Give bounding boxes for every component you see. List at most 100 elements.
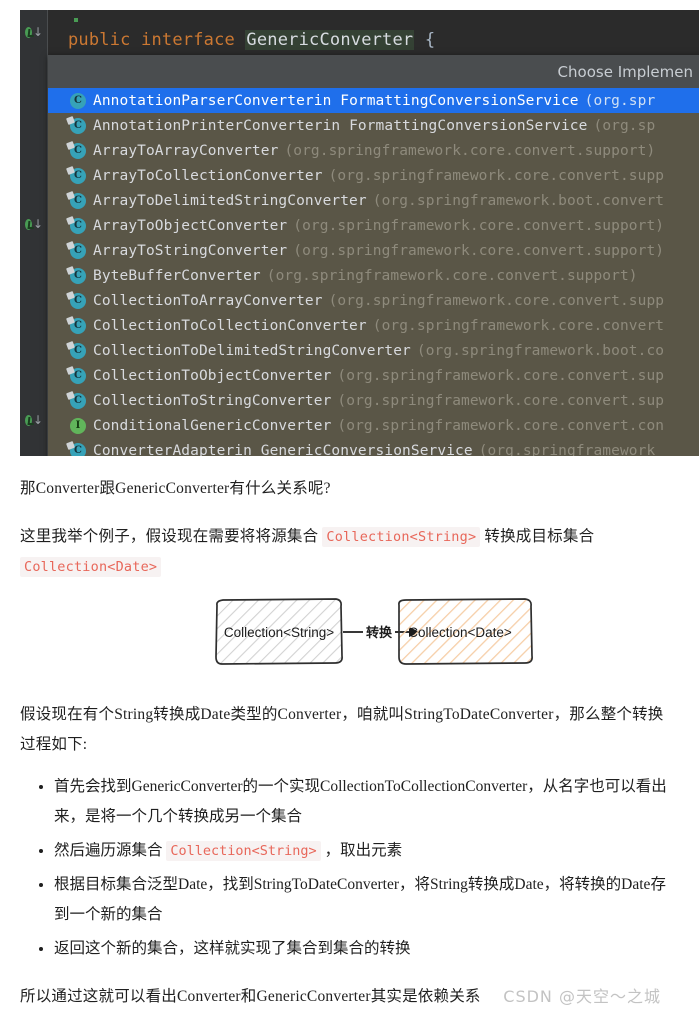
implementation-row[interactable]: C ArrayToDelimitedStringConverter (org.spr… — [48, 188, 699, 213]
class-icon: C — [70, 342, 86, 359]
implementation-package: (org.springframework — [478, 442, 656, 457]
implementation-name: CollectionToObjectConverter — [93, 367, 332, 384]
green-implement-dot-icon — [25, 414, 32, 426]
implementation-name: ArrayToDelimitedStringConverter — [93, 192, 367, 209]
code-line-declaration[interactable]: public interface GenericConverter { — [68, 30, 435, 50]
implementation-row[interactable]: C CollectionToObjectConverter (org.springf… — [48, 363, 699, 388]
implementation-row[interactable]: C CollectionToArrayConverter (org.springfr… — [48, 288, 699, 313]
green-implement-dot-icon — [25, 218, 32, 230]
process-step: 根据目标集合泛型Date，找到StringToDateConverter，将St… — [54, 870, 679, 930]
implementation-package: (org.spr — [584, 92, 656, 109]
implementation-package: (org.springframework.core.convert.suppor… — [266, 267, 638, 284]
keyword-interface: interface — [141, 30, 235, 50]
class-icon: C — [70, 367, 86, 384]
implementation-package: (org.springframework.core.convert.supp — [328, 167, 665, 184]
conversion-diagram: Collection<String> 转换 Collection<Date> — [20, 596, 679, 682]
implemented-marker-icon-3[interactable]: ↓ — [25, 412, 43, 428]
step-text-tail: ，取出元素 — [320, 842, 403, 859]
implementation-container: in FormattingConversionService — [313, 92, 579, 109]
implementation-row[interactable]: C AnnotationPrinterConverter in Formattin… — [48, 113, 699, 138]
implementation-name: ArrayToStringConverter — [93, 242, 288, 259]
diagram-box-target: Collection<Date> — [398, 598, 533, 665]
paragraph-question: 那Converter跟GenericConverter有什么关系呢? — [20, 480, 331, 497]
green-implement-dot-icon — [25, 26, 32, 38]
implementation-row[interactable]: C ArrayToCollectionConverter (org.springfr… — [48, 163, 699, 188]
diagram-source-label: Collection<String> — [224, 625, 334, 640]
implementation-name: ConverterAdapter — [93, 442, 235, 457]
implementation-row[interactable]: C ArrayToArrayConverter (org.springframewo… — [48, 138, 699, 163]
implementation-package: (org.springframework.core.convert.sup — [337, 392, 665, 409]
implementation-name: ArrayToObjectConverter — [93, 217, 288, 234]
implementation-name: AnnotationPrinterConverter — [93, 117, 323, 134]
diagram-target-label: Collection<Date> — [408, 625, 512, 640]
process-step: 返回这个新的集合，这样就实现了集合到集合的转换 — [54, 934, 679, 964]
implementation-row[interactable]: C CollectionToCollectionConverter (org.spr… — [48, 313, 699, 338]
implementation-package: (org.springframework.core.convert — [372, 317, 665, 334]
implementation-row[interactable]: C AnnotationParserConverter in Formatting… — [48, 88, 699, 113]
implementation-container: in FormattingConversionService — [322, 117, 588, 134]
ide-screenshot: ↓ ↓ ↓ public interface GenericConverter … — [0, 0, 699, 456]
implementation-container: in GenericConversionService — [234, 442, 473, 457]
implementation-package: (org.springframework.core.convert.con — [337, 417, 665, 434]
class-icon: C — [70, 142, 86, 159]
csdn-watermark: CSDN @天空～之城 — [503, 987, 661, 1006]
diagram-edge-label: 转换 — [366, 625, 393, 640]
implementation-row[interactable]: C CollectionToDelimitedStringConverter (or… — [48, 338, 699, 363]
implementation-name: ByteBufferConverter — [93, 267, 261, 284]
example-text-a: 这里我举个例子，假设现在需要将将源集合 — [20, 528, 323, 545]
implemented-marker-icon[interactable]: ↓ — [25, 24, 43, 40]
code-editor[interactable]: ↓ ↓ ↓ public interface GenericConverter … — [20, 10, 699, 456]
article-body: 那Converter跟GenericConverter有什么关系呢? 这里我举个… — [0, 474, 699, 1012]
step-text: 然后遍历源集合 — [54, 842, 167, 859]
implementation-name: CollectionToArrayConverter — [93, 292, 323, 309]
implementation-list[interactable]: C AnnotationParserConverter in Formatting… — [48, 88, 699, 456]
implementation-name: ArrayToArrayConverter — [93, 142, 279, 159]
process-step: 然后遍历源集合 Collection<String> ，取出元素 — [54, 836, 679, 866]
step-inline-code: Collection<String> — [166, 841, 321, 861]
class-name-token: GenericConverter — [245, 30, 415, 50]
class-icon: C — [70, 92, 86, 109]
implementation-row[interactable]: C ArrayToObjectConverter (org.springframew… — [48, 213, 699, 238]
conclusion-text: 所以通过这就可以看出Converter和GenericConverter其实是依… — [20, 988, 481, 1005]
implementation-package: (org.springframework.core.convert.supp — [328, 292, 665, 309]
implementation-name: CollectionToStringConverter — [93, 392, 332, 409]
implementation-package: (org.springframework.core.convert.suppor… — [284, 142, 656, 159]
choose-implementation-popup[interactable]: Choose Implemen C AnnotationParserConvert… — [48, 55, 699, 456]
implementation-name: CollectionToDelimitedStringConverter — [93, 342, 411, 359]
implementation-name: ConditionalGenericConverter — [93, 417, 332, 434]
process-step: 首先会找到GenericConverter的一个实现CollectionToCo… — [54, 772, 679, 832]
process-step-list: 首先会找到GenericConverter的一个实现CollectionToCo… — [20, 772, 679, 964]
implementation-row[interactable]: C ByteBufferConverter (org.springframework… — [48, 263, 699, 288]
paragraph-example: 这里我举个例子，假设现在需要将将源集合 Collection<String> 转… — [20, 522, 679, 582]
implementation-package: (org.springframework.boot.co — [416, 342, 665, 359]
step-text: 首先会找到GenericConverter的一个实现CollectionToCo… — [54, 778, 667, 825]
open-brace-token: { — [424, 30, 436, 50]
code-folding-dot-icon — [74, 18, 78, 22]
implementation-package: (org.springframework.boot.convert — [372, 192, 665, 209]
implementation-row[interactable]: C CollectionToStringConverter (org.springf… — [48, 388, 699, 413]
implementation-row[interactable]: C ConverterAdapter in GenericConversionSe… — [48, 438, 699, 456]
implementation-package: (org.springframework.core.convert.sup — [337, 367, 665, 384]
code-collection-string: Collection<String> — [322, 527, 481, 547]
paragraph-conclusion: 所以通过这就可以看出Converter和GenericConverter其实是依… — [20, 982, 679, 1012]
class-icon: C — [70, 217, 86, 234]
class-icon: C — [70, 267, 86, 284]
paragraph-process-intro: 假设现在有个String转换成Date类型的Converter，咱就叫Strin… — [20, 706, 664, 753]
class-icon: C — [70, 392, 86, 409]
implemented-marker-icon-2[interactable]: ↓ — [25, 216, 43, 232]
implementation-package: (org.springframework.core.convert.suppor… — [293, 242, 665, 259]
code-collection-date: Collection<Date> — [20, 557, 162, 577]
implementation-name: CollectionToCollectionConverter — [93, 317, 367, 334]
implementation-row[interactable]: C ArrayToStringConverter (org.springframew… — [48, 238, 699, 263]
interface-icon: I — [70, 417, 86, 434]
class-icon: C — [70, 167, 86, 184]
popup-title: Choose Implemen — [48, 55, 699, 88]
implementation-name: ArrayToCollectionConverter — [93, 167, 323, 184]
class-icon: C — [70, 442, 86, 456]
editor-gutter[interactable]: ↓ ↓ ↓ — [20, 10, 48, 456]
implementation-package: (org.sp — [593, 117, 656, 134]
implementation-package: (org.springframework.core.convert.suppor… — [293, 217, 665, 234]
step-text: 根据目标集合泛型Date，找到StringToDateConverter，将St… — [54, 876, 666, 923]
class-icon: C — [70, 317, 86, 334]
implementation-row[interactable]: I ConditionalGenericConverter (org.springf… — [48, 413, 699, 438]
